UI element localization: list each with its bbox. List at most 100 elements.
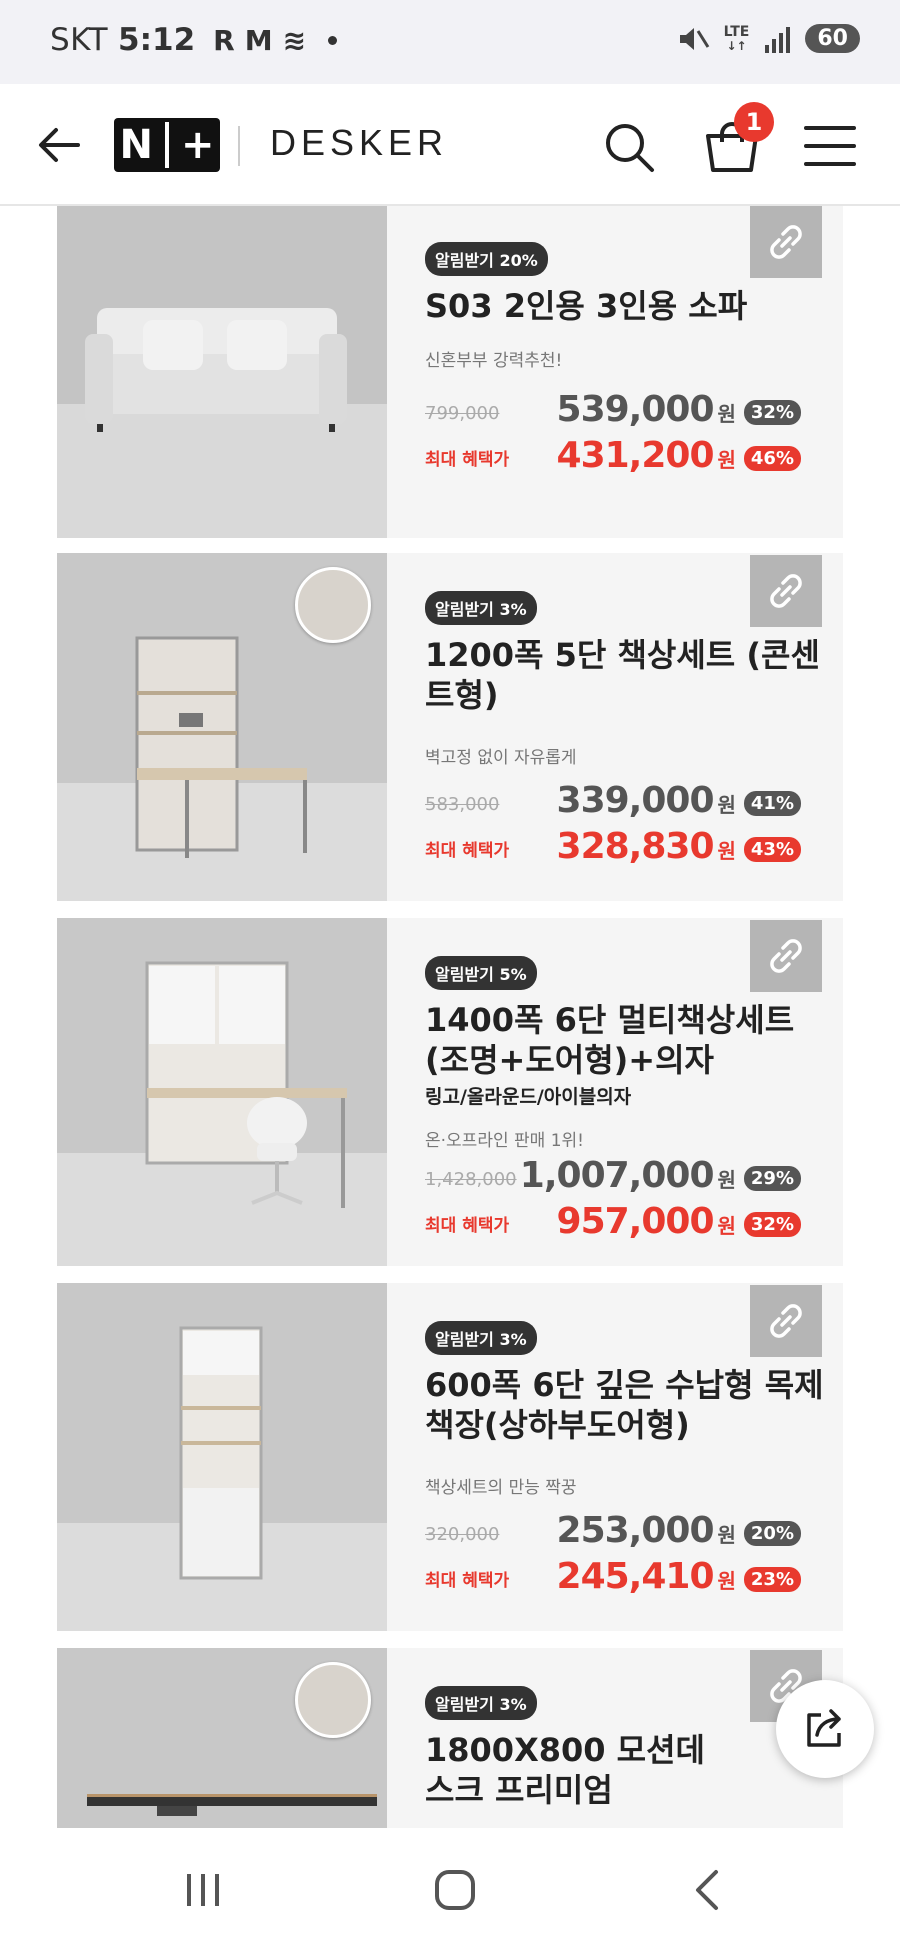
bookshelf-image: [57, 1283, 387, 1631]
benefit-price-group: 431,200 원 46%: [557, 436, 801, 476]
logo-separator: [164, 122, 169, 168]
benefit-label: 최대 혜택가: [425, 841, 510, 861]
discount-badge: 41%: [743, 791, 801, 816]
back-arrow-icon: [39, 128, 80, 162]
currency-unit: 원: [717, 448, 736, 472]
product-title[interactable]: 1400폭 6단 멀티책상세트 (조명+도어형)+의자: [425, 1000, 825, 1080]
alert-badge[interactable]: 알림받기 5%: [425, 956, 537, 990]
product-title[interactable]: 600폭 6단 깊은 수납형 목제 책장(상하부도어형): [425, 1365, 825, 1445]
logo-divider: [238, 126, 240, 166]
original-price: 799,000: [425, 403, 500, 424]
mute-icon: [679, 27, 709, 50]
product-card[interactable]: 알림받기 3% 1800X800 모션데스크 프리미엄: [57, 1648, 843, 1828]
currency-unit: 원: [717, 793, 736, 817]
benefit-label: 최대 혜택가: [425, 450, 510, 470]
product-card[interactable]: 알림받기 20% S03 2인용 3인용 소파 신혼부부 강력추천! 799,0…: [57, 206, 843, 538]
alert-badge[interactable]: 알림받기 3%: [425, 591, 537, 625]
brand-name[interactable]: DESKER: [270, 122, 448, 164]
benefit-price: 245,410: [556, 1556, 715, 1597]
network-label: LTE: [723, 23, 750, 40]
more-notifications-dot: [328, 35, 338, 45]
home-icon: [435, 1870, 475, 1910]
back-button[interactable]: [34, 120, 84, 170]
benefit-discount-badge: 32%: [743, 1212, 801, 1237]
product-card[interactable]: 알림받기 3% 600폭 6단 깊은 수납형 목제 책장(상하부도어형) 책상세…: [57, 1283, 843, 1631]
sale-price: 539,000: [556, 389, 715, 430]
discount-badge: 29%: [743, 1166, 801, 1191]
status-bar: SKT 5:12 R M ≋ LTE ↓↑ 60: [0, 0, 900, 84]
benefit-label: 최대 혜택가: [425, 1216, 510, 1236]
benefit-discount-badge: 23%: [743, 1567, 801, 1592]
product-image[interactable]: [57, 1283, 387, 1631]
discount-badge: 20%: [743, 1521, 801, 1546]
alert-badge[interactable]: 알림받기 20%: [425, 242, 548, 276]
naver-plus-logo[interactable]: N +: [114, 118, 220, 172]
network-indicator: LTE ↓↑: [724, 25, 750, 53]
product-image[interactable]: [57, 553, 387, 901]
price-row: 799,000 539,000 원 32%: [425, 390, 801, 430]
original-price: 320,000: [425, 1524, 500, 1545]
currency-unit: 원: [717, 1523, 736, 1547]
sale-price: 1,007,000: [519, 1155, 715, 1196]
cart-count-badge: 1: [734, 102, 774, 142]
benefit-price: 431,200: [556, 435, 715, 476]
currency-unit: 원: [717, 839, 736, 863]
product-info: 알림받기 20% S03 2인용 3인용 소파 신혼부부 강력추천! 799,0…: [425, 206, 843, 538]
system-nav-bar: [0, 1828, 900, 1950]
price-row: 1,428,000 1,007,000 원 29%: [425, 1156, 801, 1196]
product-subtitle: 링고/올라운드/아이블의자: [425, 1086, 632, 1108]
alert-badge[interactable]: 알림받기 3%: [425, 1686, 537, 1720]
benefit-discount-badge: 43%: [743, 837, 801, 862]
sofa-image: [57, 206, 387, 538]
concent-thumbnail: [295, 567, 371, 643]
search-button[interactable]: [602, 120, 656, 174]
multi-desk-set-image: [57, 918, 387, 1266]
product-image[interactable]: [57, 918, 387, 1266]
product-card[interactable]: 알림받기 5% 1400폭 6단 멀티책상세트 (조명+도어형)+의자 링고/올…: [57, 918, 843, 1266]
product-list: 알림받기 20% S03 2인용 3인용 소파 신혼부부 강력추천! 799,0…: [0, 206, 900, 1828]
product-image[interactable]: [57, 1648, 387, 1828]
product-info: 알림받기 3% 1200폭 5단 책상세트 (콘센트형) 벽고정 없이 자유롭게…: [425, 553, 843, 901]
currency-unit: 원: [717, 1168, 736, 1192]
original-price: 583,000: [425, 794, 500, 815]
recents-icon: [187, 1874, 219, 1906]
menu-button[interactable]: [804, 124, 856, 168]
product-tagline: 책상세트의 만능 짝꿍: [425, 1478, 577, 1498]
benefit-price-group: 328,830 원 43%: [557, 827, 801, 867]
benefit-price-row: 최대 혜택가 957,000 원 32%: [425, 1202, 801, 1242]
product-title[interactable]: 1200폭 5단 책상세트 (콘센트형): [425, 635, 825, 715]
alert-badge[interactable]: 알림받기 3%: [425, 1321, 537, 1355]
nav-back-button[interactable]: [668, 1858, 748, 1922]
sale-price-group: 339,000 원 41%: [557, 781, 801, 821]
detail-thumbnail: [295, 1662, 371, 1738]
status-right: LTE ↓↑ 60: [678, 24, 860, 53]
search-icon: [606, 124, 654, 172]
benefit-price-row: 최대 혜택가 328,830 원 43%: [425, 827, 801, 867]
share-button[interactable]: [776, 1680, 874, 1778]
benefit-label: 최대 혜택가: [425, 1571, 510, 1591]
carrier-label: SKT: [50, 22, 109, 58]
benefit-price-row: 최대 혜택가 431,200 원 46%: [425, 436, 801, 476]
price-row: 583,000 339,000 원 41%: [425, 781, 801, 821]
nav-back-icon: [696, 1870, 718, 1910]
signal-icon: [765, 26, 791, 53]
notification-icon-2: M: [244, 23, 273, 57]
menu-icon: [804, 126, 856, 166]
product-tagline: 신혼부부 강력추천!: [425, 351, 563, 371]
product-image[interactable]: [57, 206, 387, 538]
home-button[interactable]: [415, 1858, 495, 1922]
benefit-discount-badge: 46%: [743, 446, 801, 471]
recents-button[interactable]: [163, 1858, 243, 1922]
logo-letter: N: [119, 122, 153, 168]
notification-icon-1: R: [213, 23, 235, 57]
benefit-price: 957,000: [556, 1201, 715, 1242]
benefit-price-group: 957,000 원 32%: [557, 1202, 801, 1242]
benefit-price-row: 최대 혜택가 245,410 원 23%: [425, 1557, 801, 1597]
original-price: 1,428,000: [425, 1169, 517, 1190]
product-title[interactable]: S03 2인용 3인용 소파: [425, 286, 825, 326]
share-icon: [807, 1709, 841, 1747]
product-title[interactable]: 1800X800 모션데스크 프리미엄: [425, 1730, 705, 1810]
sale-price-group: 1,007,000 원 29%: [520, 1156, 801, 1196]
product-card[interactable]: 알림받기 3% 1200폭 5단 책상세트 (콘센트형) 벽고정 없이 자유롭게…: [57, 553, 843, 901]
notification-icon-3: ≋: [282, 23, 307, 57]
